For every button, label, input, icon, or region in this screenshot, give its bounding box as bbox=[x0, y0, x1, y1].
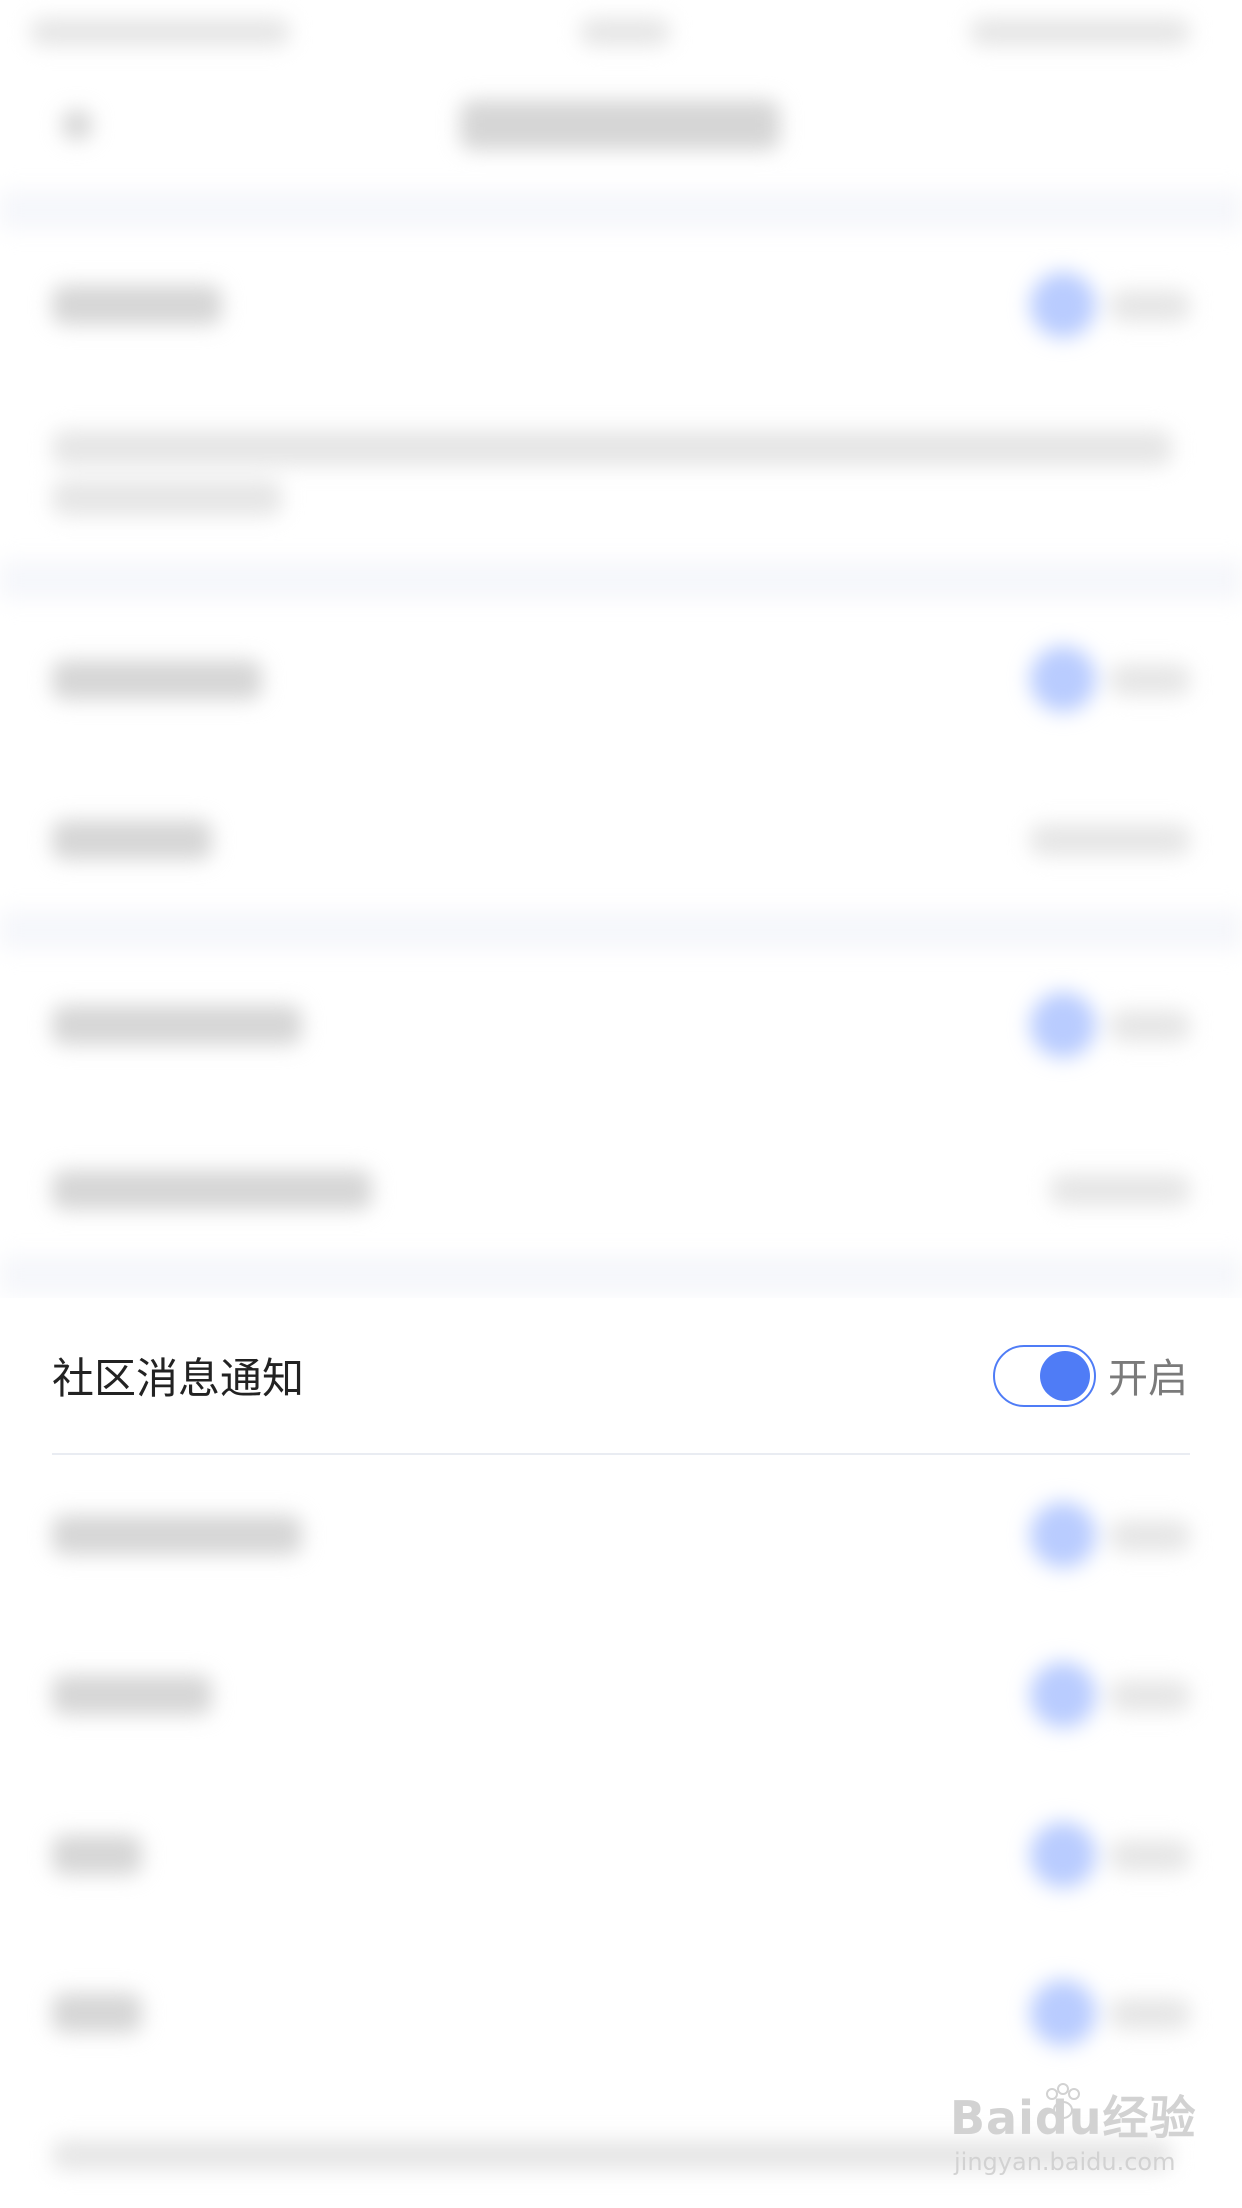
baidu-jingyan-watermark: Baidu经验 jingyan.baidu.com bbox=[950, 2082, 1196, 2192]
section-gap bbox=[0, 910, 1242, 950]
toggle-thumb bbox=[1040, 1351, 1090, 1401]
community-notification-toggle[interactable] bbox=[993, 1345, 1096, 1407]
toggle-state-text: 开启 bbox=[1108, 1356, 1188, 1402]
watermark-url: jingyan.baidu.com bbox=[954, 2148, 1176, 2176]
back-icon bbox=[62, 110, 92, 140]
nav-title bbox=[460, 100, 780, 150]
row-label bbox=[52, 285, 222, 325]
row-desc bbox=[52, 480, 282, 516]
section-gap bbox=[0, 190, 1242, 230]
row-state bbox=[1110, 1998, 1190, 2030]
row-state bbox=[1110, 290, 1190, 322]
section-gap bbox=[0, 1255, 1242, 1295]
row-toggle bbox=[1030, 1980, 1096, 2046]
row-toggle bbox=[1030, 1662, 1096, 1728]
row-toggle bbox=[1030, 1822, 1096, 1888]
row-divider bbox=[52, 1453, 1190, 1455]
blurred-background bbox=[0, 0, 1242, 2208]
row-label bbox=[52, 820, 212, 860]
row-value bbox=[1050, 1174, 1190, 1206]
row-state bbox=[1110, 1010, 1190, 1042]
row-label bbox=[52, 1993, 142, 2033]
row-toggle bbox=[1030, 646, 1096, 712]
row-state bbox=[1110, 1520, 1190, 1552]
row-label bbox=[52, 1515, 302, 1555]
row-value bbox=[1030, 824, 1190, 856]
row-label bbox=[52, 1835, 142, 1875]
status-bar-right bbox=[970, 18, 1190, 46]
row-desc bbox=[52, 430, 1172, 466]
section-gap bbox=[0, 560, 1242, 600]
row-label bbox=[52, 1675, 212, 1715]
row-label bbox=[52, 1170, 372, 1210]
row-state bbox=[1110, 1840, 1190, 1872]
row-label bbox=[52, 660, 262, 700]
row-state bbox=[1110, 1680, 1190, 1712]
status-bar-center bbox=[580, 18, 670, 46]
watermark-logo: Baidu经验 bbox=[950, 2091, 1197, 2145]
row-label bbox=[52, 1005, 302, 1045]
row-toggle bbox=[1030, 1502, 1096, 1568]
row-toggle bbox=[1030, 992, 1096, 1058]
row-toggle bbox=[1030, 272, 1096, 338]
row-state bbox=[1110, 664, 1190, 696]
community-notification-label: 社区消息通知 bbox=[52, 1354, 305, 1403]
status-bar-left bbox=[30, 18, 290, 46]
